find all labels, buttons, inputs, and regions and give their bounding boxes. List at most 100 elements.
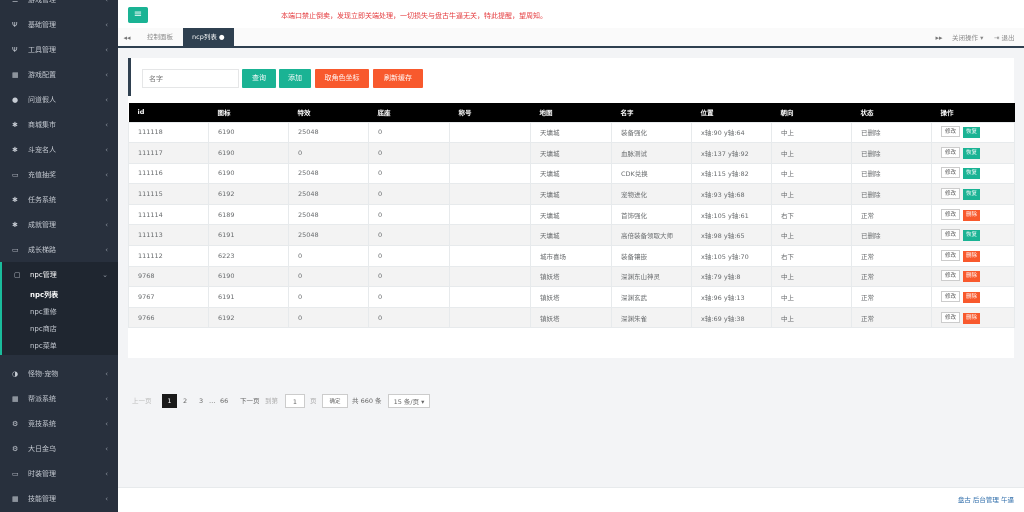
per-page-value: 15 条/页 (393, 398, 420, 406)
edit-button[interactable]: 修改 (941, 270, 961, 282)
table-cell: x轴:90 y轴:64 (691, 121, 772, 144)
tab-bar: ◂◂ 控制面板 ncp列表 ● ▸▸ 关闭操作 ▾ ⇥ 退出 (118, 28, 1024, 48)
chevron-left-icon: ‹ (105, 494, 108, 503)
table-cell: 0 (368, 203, 450, 226)
sidebar-item-after-3[interactable]: ⚙ 大日金乌 ‹ (0, 436, 118, 461)
edit-button[interactable]: 修改 (941, 311, 961, 323)
confirm-page-button[interactable]: 确定 (322, 394, 348, 408)
edit-button[interactable]: 修改 (941, 249, 961, 261)
table-cell: 首饰强化 (611, 203, 692, 226)
sidebar-item-npc[interactable]: ▢ npc管理 ⌄ (0, 262, 118, 287)
sidebar-item-5[interactable]: ✱ 商城集市 ‹ (0, 112, 118, 137)
sidebar-item-label: 游戏管理 (28, 0, 56, 5)
page-3[interactable]: 3 (199, 394, 203, 408)
hamburger-icon[interactable]: ≡ (128, 7, 148, 23)
table-cell: 正常 (851, 245, 932, 267)
scroll-left-icon[interactable]: ◂◂ (118, 28, 136, 48)
tab-control-panel[interactable]: 控制面板 (138, 28, 182, 46)
scroll-right-icon[interactable]: ▸▸ (930, 28, 948, 48)
table-cell: 右下 (771, 203, 852, 226)
table-cell: 0 (288, 245, 369, 267)
sidebar-item-after-2[interactable]: ⚙ 竞技系统 ‹ (0, 411, 118, 436)
sidebar-item-2[interactable]: Ψ 工具管理 ‹ (0, 37, 118, 62)
table-cell: 血脉测试 (611, 142, 692, 164)
column-header: 名字 (611, 103, 692, 122)
sidebar-item-10[interactable]: ▭ 成长梯路 ‹ (0, 237, 118, 262)
sidebar-item-3[interactable]: ▦ 游戏配置 ‹ (0, 62, 118, 87)
notice-text: 本端口禁止倒卖，发现立即关端处理，一切损失与盘古牛逼无关，特此提醒，望周知。 (281, 12, 547, 20)
prev-page-link[interactable]: 上一页 (132, 394, 152, 408)
chevron-left-icon: ‹ (105, 0, 108, 4)
sidebar-subitem-0[interactable]: npc列表 (2, 287, 118, 304)
user-icon: ● (12, 95, 19, 104)
sidebar-subitem-3[interactable]: npc菜单 (2, 338, 118, 355)
table-cell: 已删除 (851, 162, 932, 185)
square-icon: ▢ (14, 270, 21, 279)
table-cell: 6189 (208, 203, 289, 226)
get-coords-button[interactable]: 取角色坐标 (315, 69, 369, 88)
tab-npc-list[interactable]: ncp列表 ● (183, 28, 234, 46)
column-header: 图标 (208, 103, 289, 122)
table-cell: 正常 (851, 286, 932, 308)
sidebar-item-after-4[interactable]: ▭ 时装管理 ‹ (0, 461, 118, 486)
table-cell (449, 306, 531, 329)
sidebar-item-after-0[interactable]: ◑ 怪物·宠物 ‹ (0, 361, 118, 386)
chevron-left-icon: ‹ (105, 170, 108, 179)
restore-button[interactable]: 恢复 (963, 168, 981, 180)
page-2[interactable]: 2 (183, 394, 187, 408)
chevron-down-icon: ⌄ (102, 270, 108, 279)
edit-button[interactable]: 修改 (941, 208, 961, 220)
delete-button[interactable]: 删除 (963, 271, 981, 283)
table-cell: 0 (368, 224, 450, 247)
delete-button[interactable]: 删除 (963, 312, 981, 324)
sidebar-item-0[interactable]: ☰ 游戏管理 ‹ (0, 0, 118, 12)
sidebar-item-1[interactable]: Ψ 基础管理 ‹ (0, 12, 118, 37)
page-number-input[interactable]: 1 (285, 394, 305, 408)
edit-button[interactable]: 修改 (941, 229, 961, 241)
edit-button[interactable]: 修改 (941, 188, 961, 200)
restore-button[interactable]: 恢复 (963, 147, 981, 159)
restore-button[interactable]: 恢复 (963, 230, 981, 242)
delete-button[interactable]: 删除 (963, 209, 981, 221)
edit-button[interactable]: 修改 (941, 146, 961, 158)
sidebar-item-7[interactable]: ▭ 充值抽奖 ‹ (0, 162, 118, 187)
table-cell (449, 286, 531, 308)
sidebar-item-after-1[interactable]: ▦ 帮派系统 ‹ (0, 386, 118, 411)
table-cell: 0 (288, 265, 369, 288)
restore-button[interactable]: 恢复 (963, 127, 981, 139)
table-cell: 111116 (128, 162, 209, 185)
table-cell: 已删除 (851, 142, 932, 164)
ticket-icon: ▭ (12, 469, 19, 478)
gear-icon: ✱ (12, 120, 18, 129)
sidebar-subitem-2[interactable]: npc商店 (2, 321, 118, 338)
sidebar-item-6[interactable]: ✱ 斗宠名人 ‹ (0, 137, 118, 162)
sidebar-subitem-1[interactable]: npc重修 (2, 304, 118, 321)
query-button[interactable]: 查询 (242, 69, 276, 88)
per-page-select[interactable]: 15 条/页 ▾ (388, 394, 430, 408)
edit-button[interactable]: 修改 (941, 126, 961, 138)
add-button[interactable]: 添加 (279, 69, 311, 88)
next-page-link[interactable]: 下一页 (240, 394, 260, 408)
chevron-left-icon: ‹ (105, 145, 108, 154)
refresh-cache-button[interactable]: 刷新缓存 (373, 69, 423, 88)
delete-button[interactable]: 删除 (963, 292, 981, 304)
sidebar-item-after-5[interactable]: ▦ 技能管理 ‹ (0, 486, 118, 511)
table-cell: 0 (288, 286, 369, 308)
table-cell: 中上 (771, 306, 852, 329)
sidebar-item-8[interactable]: ✱ 任务系统 ‹ (0, 187, 118, 212)
sidebar-item-4[interactable]: ● 问道假人 ‹ (0, 87, 118, 112)
edit-button[interactable]: 修改 (941, 291, 961, 303)
page-last[interactable]: 66 (220, 394, 228, 408)
footer: 盘古 后台管理 午逼 (118, 487, 1024, 512)
restore-button[interactable]: 恢复 (963, 189, 981, 201)
sidebar-item-9[interactable]: ✱ 成就管理 ‹ (0, 212, 118, 237)
logout-button[interactable]: ⇥ 退出 (994, 28, 1015, 48)
name-search-input[interactable] (142, 69, 239, 88)
page-1[interactable]: 1 (162, 394, 177, 408)
sidebar-item-label: 商城集市 (28, 120, 56, 129)
main-content: 查询 添加 取角色坐标 刷新缓存 id图标特效底座称号地图名字位置朝向状态操作 … (128, 58, 1015, 408)
close-operations-menu[interactable]: 关闭操作 ▾ (952, 28, 983, 48)
delete-button[interactable]: 删除 (963, 250, 981, 262)
edit-button[interactable]: 修改 (941, 167, 961, 179)
search-bar: 查询 添加 取角色坐标 刷新缓存 (128, 58, 1014, 96)
